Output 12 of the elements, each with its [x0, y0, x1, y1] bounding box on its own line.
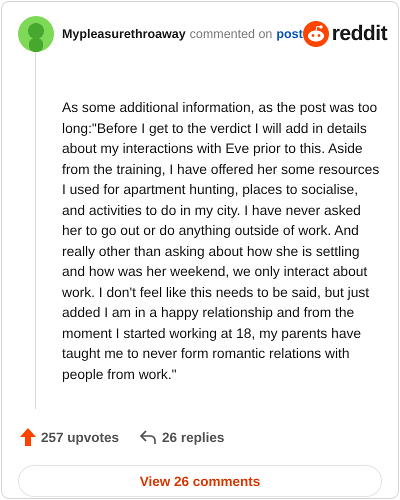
upvote-icon[interactable] — [20, 428, 36, 446]
comment-text: As some additional information, as the post was too long:"Before I get to the verdict I will add in details about my interactions with Eve prior to this. Aside from the training, I have offered her some resources I used for apartment hunting, places to socialise, and activities to do in my city. I have never asked her to go out or do anything outside of work. And really other than asking about how she is settling and how was her weekend, we only interact about work. I don't feel like this needs to be said, but just added I am in a happy relationship and from the moment I started working at 18, my parents have taught me to never form romantic relations with people from work." — [62, 99, 380, 384]
view-comments-button[interactable]: View 26 comments — [18, 465, 382, 497]
post-link[interactable]: post — [276, 27, 303, 41]
reply-icon[interactable] — [139, 429, 158, 445]
author-name[interactable]: Mypleasurethroaway — [62, 27, 186, 41]
reply-count: 26 replies — [162, 430, 224, 444]
upvote-count: 257 upvotes — [41, 430, 120, 444]
alien-logo-icon — [302, 21, 329, 47]
avatar-icon — [18, 16, 54, 52]
brand-logo: reddit — [332, 22, 388, 46]
action-text: commented on — [190, 27, 272, 41]
